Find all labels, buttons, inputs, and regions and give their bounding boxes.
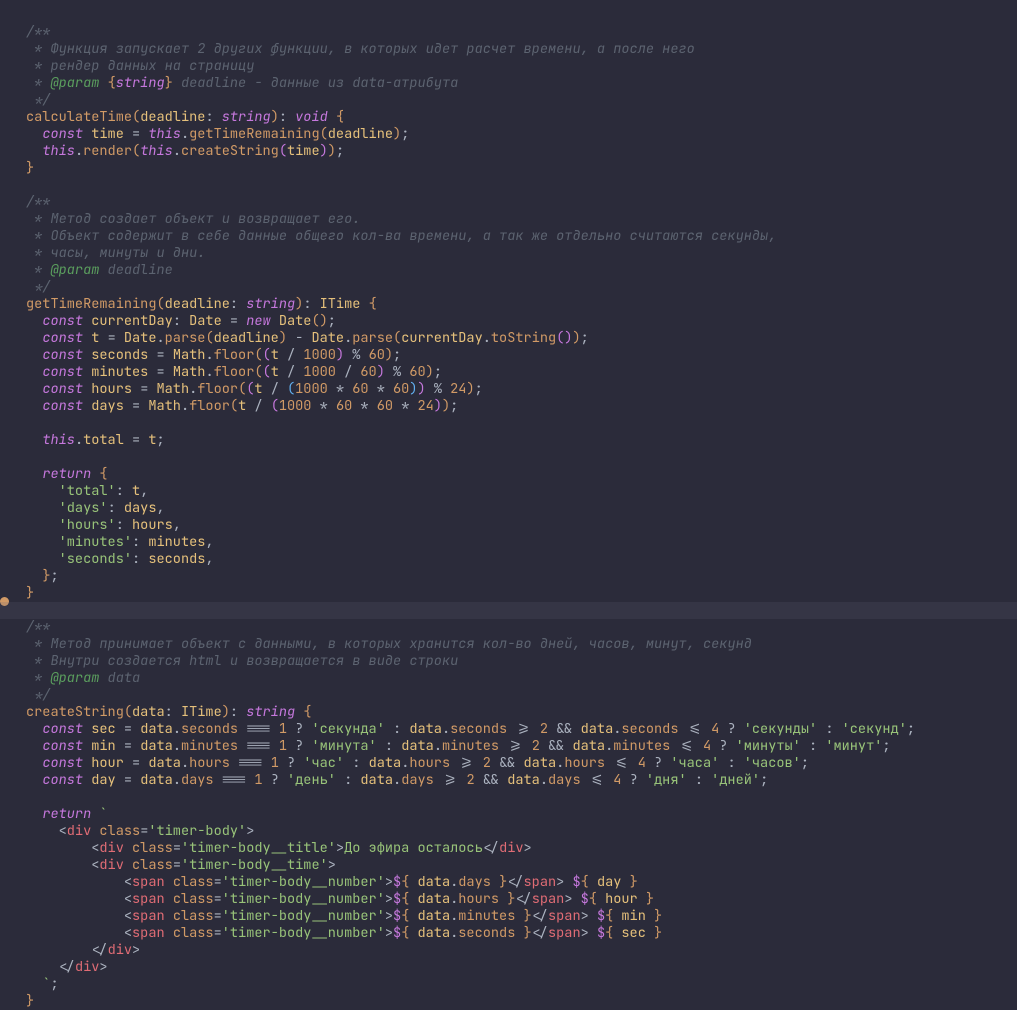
comment-line: */ — [26, 278, 50, 296]
comment-line: */ — [26, 91, 50, 109]
comment-line: * — [26, 74, 50, 92]
method-name: getTimeRemaining — [26, 295, 157, 313]
comment-line: */ — [26, 686, 50, 704]
comment-line: * рендер данных на страницу — [26, 57, 254, 75]
editor-gutter — [0, 0, 14, 1002]
code-editor-content[interactable]: /** * Функция запускает 2 других функции… — [14, 7, 915, 1010]
jsdoc-param: @param — [50, 261, 99, 279]
comment-line: /** — [26, 23, 50, 41]
comment-line: * Функция запускает 2 других функции, в … — [26, 40, 695, 58]
comment-line: * Метод создает объект и возвращает его. — [26, 210, 360, 228]
method-name: calculateTime — [26, 108, 132, 126]
method-name: createString — [26, 703, 124, 721]
comment-line: /** — [26, 193, 50, 211]
jsdoc-param: @param — [50, 669, 99, 687]
comment-line: /** — [26, 618, 50, 636]
comment-line: * Объект содержит в себе данные общего к… — [26, 227, 776, 245]
comment-line: * — [26, 669, 50, 687]
comment-line: * Внутри создается html и возвращается в… — [26, 652, 458, 670]
jsdoc-param: @param — [50, 74, 99, 92]
comment-line: * Метод принимает объект с данными, в ко… — [26, 635, 752, 653]
comment-line: * — [26, 261, 50, 279]
comment-line: * часы, минуты и дни. — [26, 244, 205, 262]
